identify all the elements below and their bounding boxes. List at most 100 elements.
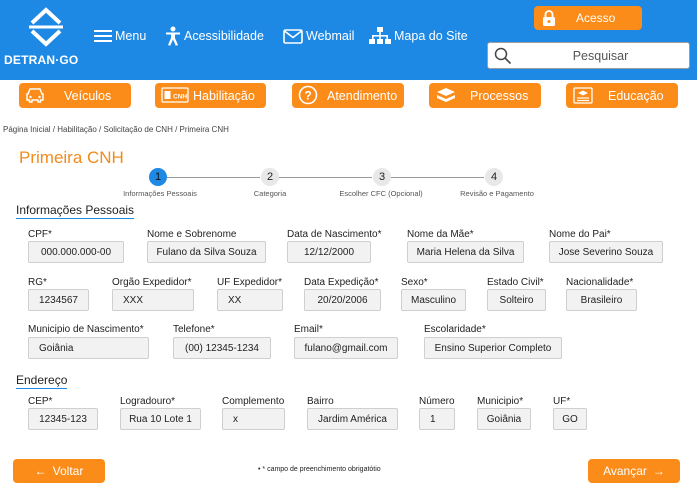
uf-expedidor-field[interactable] [217,289,283,311]
sexo-label: Sexo* [401,277,428,288]
breadcrumb: Página Inicial / Habilitação / Solicitaç… [3,125,229,134]
nacionalidade-label: Nacionalidade* [566,277,634,288]
expedicao-label: Data Expedição* [304,277,379,288]
step-connector [279,177,372,178]
menu-link[interactable]: Menu [94,24,146,48]
step-2-circle[interactable]: 2 [261,168,279,186]
car-icon [26,88,44,103]
folder-icon [437,88,455,102]
cep-label: CEP* [28,396,53,407]
sexo-field[interactable] [401,289,466,311]
svg-text:CNH: CNH [173,94,187,101]
hamburger-icon [94,30,112,42]
pai-field[interactable] [549,241,663,263]
nav-atendimento-label: Atendimento [327,89,398,103]
expedicao-field[interactable] [304,289,381,311]
nascimento-field[interactable] [287,241,371,263]
telefone-label: Telefone* [173,324,215,335]
uf-expedidor-label: UF Expedidor* [217,277,283,288]
complemento-label: Complemento [222,396,285,407]
estado-civil-field[interactable] [487,289,546,311]
header-bar: DETRAN·GO Menu Acessibilidade Webmail Ma… [0,0,697,80]
mail-icon [283,28,303,44]
telefone-field[interactable] [173,337,271,359]
cnh-icon: CNH [161,87,189,103]
pai-label: Nome do Pai* [549,229,611,240]
nav-processos[interactable]: Processos [429,83,541,108]
cpf-label: CPF* [28,229,52,240]
step-connector [167,177,260,178]
sitemap-icon [369,27,391,44]
detran-logo[interactable]: DETRAN·GO [4,6,88,68]
step-4-circle[interactable]: 4 [485,168,503,186]
access-button[interactable]: Acesso [534,6,642,30]
mae-field[interactable] [407,241,524,263]
access-label: Acesso [576,11,616,25]
page-title: Primeira CNH [19,148,124,167]
webmail-label: Webmail [306,29,355,43]
nome-label: Nome e Sobrenome [147,229,237,240]
svg-text:?: ? [304,89,311,103]
step-4-label: Revisão e Pagamento [460,189,534,198]
step-2-label: Categoria [253,189,287,198]
step-3-label: Escolher CFC (Opcional) [339,189,423,198]
uf-field[interactable] [553,408,587,430]
arrow-left-icon: ← [34,464,47,478]
step-3-circle[interactable]: 3 [373,168,391,186]
back-label: Voltar [52,464,84,478]
next-button[interactable]: Avançar → [588,459,680,483]
nav-habilitacao[interactable]: CNH Habilitação [155,83,266,108]
cpf-field[interactable] [28,241,124,263]
escolaridade-field[interactable] [424,337,562,359]
step-1-label: Informações Pessoais [123,189,197,198]
estado-civil-label: Estado Civil* [487,277,544,288]
nav-atendimento[interactable]: ? Atendimento [292,83,404,108]
municipio-field[interactable] [477,408,531,430]
email-field[interactable] [294,337,398,359]
menu-label: Menu [115,29,147,43]
escolaridade-label: Escolaridade* [424,324,486,335]
nav-educacao[interactable]: Educação [566,83,678,108]
question-icon: ? [298,85,318,105]
education-icon [573,87,593,104]
search-input[interactable] [518,46,683,65]
rg-label: RG* [28,277,47,288]
numero-field[interactable] [419,408,455,430]
nav-processos-label: Processos [470,89,529,103]
sitemap-label: Mapa do Site [394,29,468,43]
back-button[interactable]: ← Voltar [13,459,105,483]
section-title-address: Endereço [16,373,68,389]
nacionalidade-field[interactable] [566,289,637,311]
next-label: Avançar [603,464,647,478]
nav-habilitacao-label: Habilitação [193,89,255,103]
required-note: • * campo de preenchimento obrigatótio [258,466,381,473]
sitemap-link[interactable]: Mapa do Site [369,24,468,48]
search-icon[interactable] [494,47,512,65]
municipio-nasc-field[interactable] [28,337,149,359]
rg-field[interactable] [28,289,89,311]
numero-label: Número [419,396,455,407]
mae-label: Nome da Mãe* [407,229,474,240]
nome-field[interactable] [147,241,266,263]
lock-icon [543,10,555,26]
webmail-link[interactable]: Webmail [283,24,354,48]
detran-logo-icon [29,7,63,47]
nav-educacao-label: Educação [608,89,664,103]
bairro-field[interactable] [307,408,398,430]
accessibility-link[interactable]: Acessibilidade [165,24,264,48]
nav-veiculos[interactable]: Veículos [19,83,131,108]
municipio-nasc-label: Municipio de Nascimento* [28,324,144,335]
email-label: Email* [294,324,323,335]
uf-label: UF* [553,396,571,407]
complemento-field[interactable] [222,408,285,430]
step-1-circle[interactable]: 1 [149,168,167,186]
logradouro-field[interactable] [120,408,201,430]
step-connector [391,177,484,178]
nascimento-label: Data de Nascimento* [287,229,382,240]
bairro-label: Bairro [307,396,334,407]
orgao-label: Orgão Expedidor* [112,277,192,288]
search-box[interactable] [487,42,690,69]
cep-field[interactable] [28,408,98,430]
orgao-field[interactable] [112,289,194,311]
accessibility-icon [166,26,180,46]
